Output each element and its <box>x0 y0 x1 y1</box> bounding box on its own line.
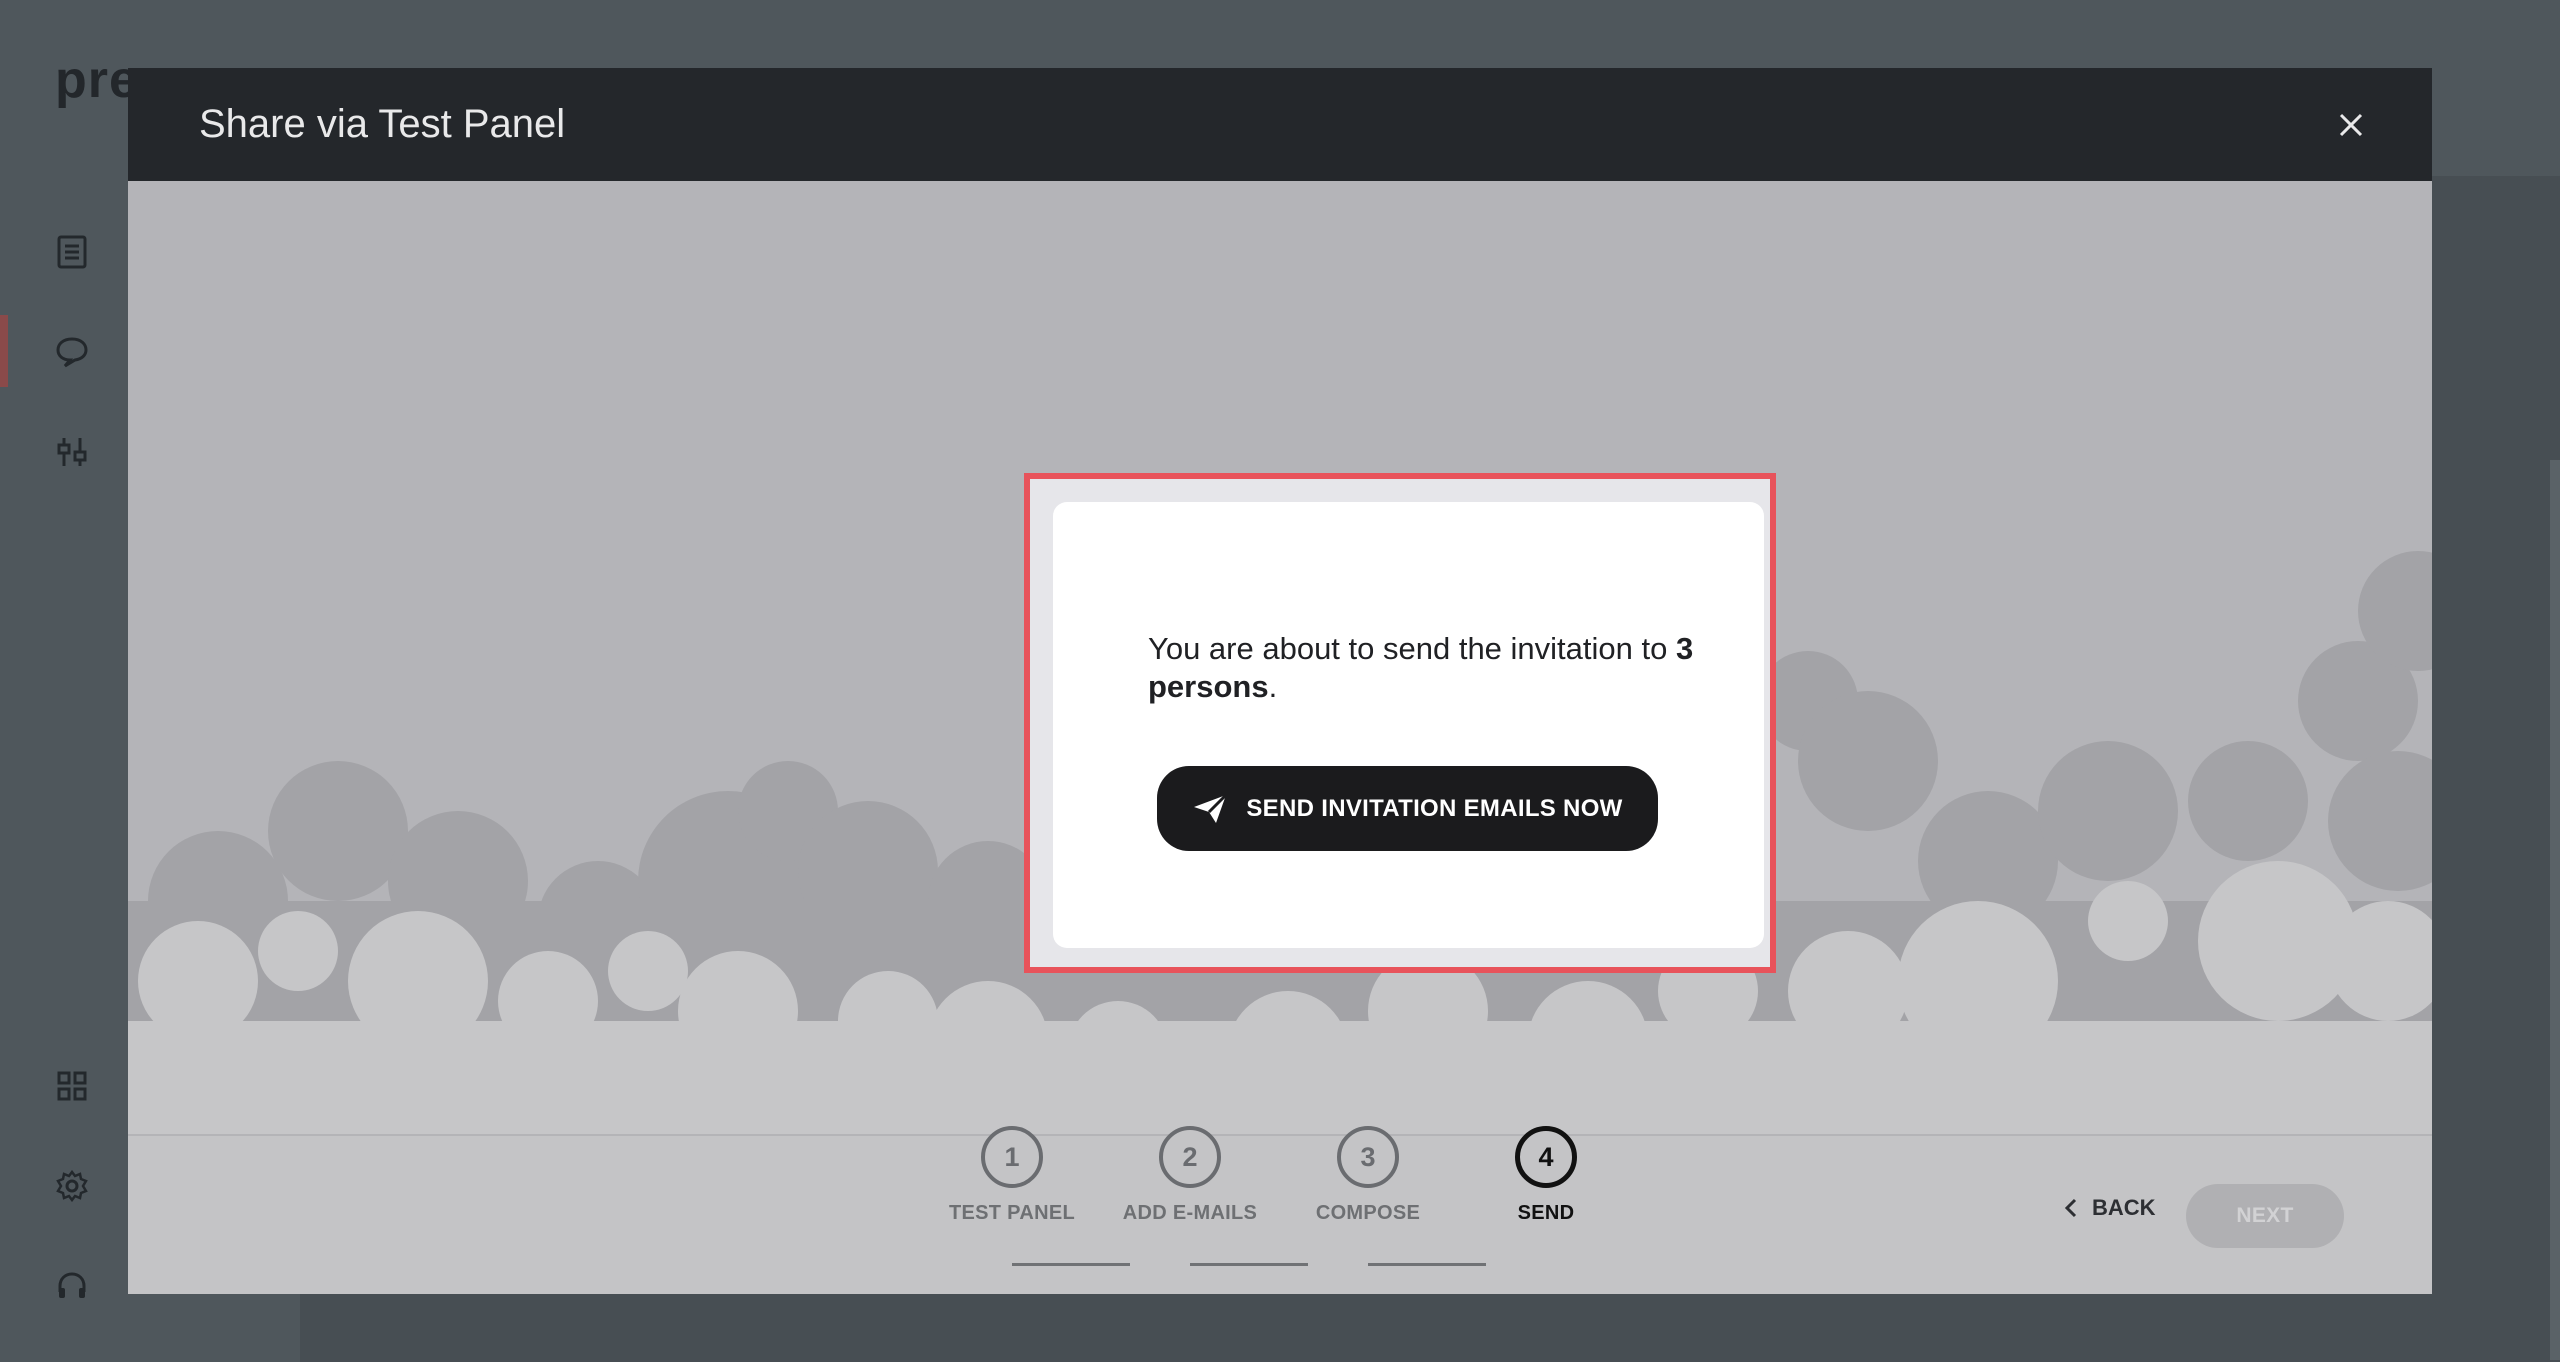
step-1-circle[interactable]: 1 <box>981 1126 1043 1188</box>
modal-title: Share via Test Panel <box>199 102 566 146</box>
step-connector <box>1368 1263 1486 1266</box>
send-button-label: SEND INVITATION EMAILS NOW <box>1246 794 1623 822</box>
message-suffix: . <box>1268 669 1278 704</box>
gear-icon[interactable] <box>52 1166 92 1206</box>
app-logo: pre <box>55 51 139 109</box>
document-icon[interactable] <box>52 232 92 272</box>
share-modal: Share via Test Panel You are about to se… <box>128 68 2432 1294</box>
back-button[interactable]: BACK <box>2044 1176 2176 1240</box>
confirmation-message: You are about to send the invitation to … <box>1148 630 1708 706</box>
step-4-label: SEND <box>1517 1202 1575 1224</box>
step-3-label: COMPOSE <box>1315 1202 1421 1224</box>
back-button-label: BACK <box>2092 1195 2156 1220</box>
step-4-circle[interactable]: 4 <box>1515 1126 1577 1188</box>
send-invitation-button[interactable]: SEND INVITATION EMAILS NOW <box>1157 766 1658 851</box>
app-scrollbar[interactable] <box>2550 460 2560 1360</box>
next-button[interactable]: NEXT <box>2186 1184 2344 1248</box>
message-prefix: You are about to send the invitation to <box>1148 631 1676 666</box>
step-1-label: TEST PANEL <box>949 1202 1075 1224</box>
step-2-circle[interactable]: 2 <box>1159 1126 1221 1188</box>
modal-header: Share via Test Panel <box>128 68 2432 181</box>
step-connector <box>1190 1263 1308 1266</box>
confirmation-card: You are about to send the invitation to … <box>1053 502 1764 948</box>
modal-footer: 1 2 3 4 TEST PANEL ADD E-MAILS COMPOSE S… <box>128 1126 2432 1294</box>
step-connector <box>1012 1263 1130 1266</box>
headset-icon[interactable] <box>52 1266 92 1306</box>
close-icon[interactable] <box>2330 104 2372 146</box>
sliders-icon[interactable] <box>52 432 92 472</box>
chat-icon[interactable] <box>52 332 92 372</box>
grid-icon[interactable] <box>52 1066 92 1106</box>
paper-plane-icon <box>1192 793 1228 825</box>
sidebar-active-indicator <box>0 315 8 387</box>
step-2-label: ADD E-MAILS <box>1122 1202 1258 1224</box>
chevron-left-icon <box>2064 1197 2078 1219</box>
step-3-circle[interactable]: 3 <box>1337 1126 1399 1188</box>
